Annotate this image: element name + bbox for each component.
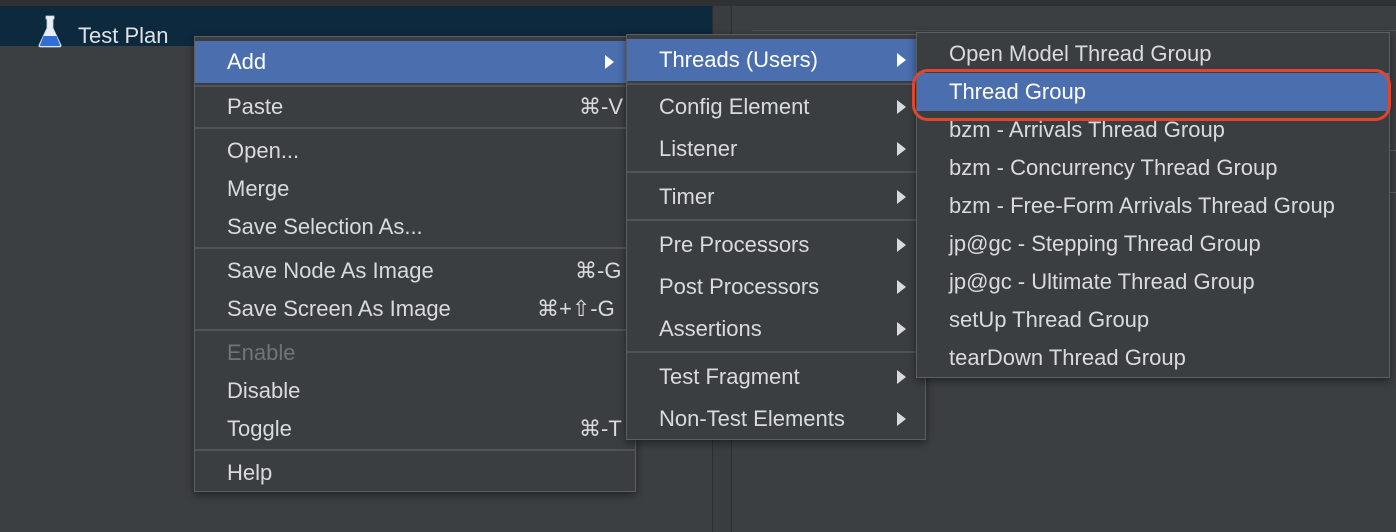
- menu-item-paste[interactable]: Paste ⌘-V: [195, 88, 635, 126]
- submenu-arrow-icon: [897, 100, 906, 114]
- menu-item-open-model-thread-group[interactable]: Open Model Thread Group: [917, 35, 1389, 73]
- menu-item-label: bzm - Arrivals Thread Group: [949, 117, 1225, 142]
- menu-item-label: Open Model Thread Group: [949, 41, 1212, 66]
- menu-item-save-node-as-image[interactable]: Save Node As Image ⌘-G: [195, 252, 635, 290]
- menu-item-shortcut: ⌘-G: [575, 258, 622, 283]
- menu-item-help[interactable]: Help: [195, 454, 635, 492]
- menu-item-label: Toggle: [227, 416, 292, 441]
- menu-separator: [195, 127, 635, 129]
- menu-item-shortcut: ⌘-T: [579, 416, 622, 441]
- menu-item-label: Test Fragment: [659, 364, 800, 389]
- menu-item-enable: Enable: [195, 334, 635, 372]
- menu-item-label: Add: [227, 49, 267, 74]
- menu-item-label: Disable: [227, 378, 301, 403]
- menu-item-merge[interactable]: Merge: [195, 170, 635, 208]
- menu-item-jpgc-stepping-thread-group[interactable]: jp@gc - Stepping Thread Group: [917, 225, 1389, 263]
- menu-item-config-element[interactable]: Config Element: [627, 88, 925, 126]
- menu-item-label: Config Element: [659, 94, 810, 119]
- threads-submenu: Open Model Thread Group Thread Group bzm…: [916, 32, 1390, 378]
- add-submenu: Threads (Users) Config Element Listener …: [626, 34, 926, 440]
- submenu-arrow-icon: [897, 53, 906, 67]
- menu-item-assertions[interactable]: Assertions: [627, 310, 925, 348]
- menu-item-label: Assertions: [659, 316, 762, 341]
- menu-item-add[interactable]: Add: [195, 41, 635, 83]
- menu-separator: [627, 219, 925, 221]
- menu-item-thread-group[interactable]: Thread Group: [917, 73, 1389, 111]
- menu-item-test-fragment[interactable]: Test Fragment: [627, 358, 925, 396]
- menu-item-shortcut: ⌘-V: [579, 94, 623, 119]
- context-menu: Add Paste ⌘-V Open... Merge Save Selecti…: [194, 36, 636, 492]
- menu-item-non-test-elements[interactable]: Non-Test Elements: [627, 400, 925, 438]
- menu-item-bzm-arrivals-thread-group[interactable]: bzm - Arrivals Thread Group: [917, 111, 1389, 149]
- menu-item-label: Merge: [227, 176, 290, 201]
- menu-separator: [627, 171, 925, 173]
- submenu-arrow-icon: [897, 142, 906, 156]
- submenu-arrow-icon: [605, 55, 614, 69]
- menu-item-label: setUp Thread Group: [949, 307, 1150, 332]
- menu-item-label: tearDown Thread Group: [949, 345, 1186, 370]
- menu-separator: [627, 83, 925, 85]
- menu-item-teardown-thread-group[interactable]: tearDown Thread Group: [917, 339, 1389, 377]
- menu-item-bzm-concurrency-thread-group[interactable]: bzm - Concurrency Thread Group: [917, 149, 1389, 187]
- menu-item-open[interactable]: Open...: [195, 132, 635, 170]
- menu-item-label: bzm - Concurrency Thread Group: [949, 155, 1278, 180]
- menu-item-threads-users[interactable]: Threads (Users): [627, 39, 925, 81]
- submenu-arrow-icon: [897, 322, 906, 336]
- menu-item-post-processors[interactable]: Post Processors: [627, 268, 925, 306]
- menu-item-label: bzm - Free-Form Arrivals Thread Group: [949, 193, 1335, 218]
- flask-icon: [38, 15, 62, 48]
- menu-item-label: jp@gc - Stepping Thread Group: [949, 231, 1261, 256]
- menu-item-setup-thread-group[interactable]: setUp Thread Group: [917, 301, 1389, 339]
- menu-item-pre-processors[interactable]: Pre Processors: [627, 226, 925, 264]
- menu-separator: [627, 351, 925, 353]
- menu-item-timer[interactable]: Timer: [627, 178, 925, 216]
- menu-item-label: Post Processors: [659, 274, 820, 299]
- menu-separator: [195, 247, 635, 249]
- menu-separator: [195, 329, 635, 331]
- menu-item-listener[interactable]: Listener: [627, 130, 925, 168]
- submenu-arrow-icon: [897, 280, 906, 294]
- submenu-arrow-icon: [897, 370, 906, 384]
- menu-item-label: Thread Group: [949, 79, 1086, 104]
- menu-item-label: Non-Test Elements: [659, 406, 845, 431]
- tree-item-label: Test Plan: [78, 23, 169, 48]
- menu-item-label: Threads (Users): [659, 47, 818, 72]
- editor-panel-divider: [752, 30, 1396, 31]
- menu-item-label: Open...: [227, 138, 300, 163]
- menu-item-label: Listener: [659, 136, 738, 161]
- menu-item-save-selection-as[interactable]: Save Selection As...: [195, 208, 635, 246]
- menu-item-label: Save Selection As...: [227, 214, 423, 239]
- menu-item-label: Timer: [659, 184, 715, 209]
- menu-item-jpgc-ultimate-thread-group[interactable]: jp@gc - Ultimate Thread Group: [917, 263, 1389, 301]
- menu-separator: [195, 85, 635, 87]
- menu-item-label: Paste: [227, 94, 284, 119]
- menu-item-label: Save Screen As Image: [227, 296, 451, 321]
- menu-separator: [195, 449, 635, 451]
- menu-item-label: Save Node As Image: [227, 258, 434, 283]
- menu-item-save-screen-as-image[interactable]: Save Screen As Image ⌘+⇧-G: [195, 290, 635, 328]
- menu-item-label: jp@gc - Ultimate Thread Group: [949, 269, 1255, 294]
- menu-item-label: Enable: [227, 340, 296, 365]
- submenu-arrow-icon: [897, 238, 906, 252]
- menu-item-shortcut: ⌘+⇧-G: [537, 296, 615, 321]
- menu-item-label: Help: [227, 460, 273, 485]
- submenu-arrow-icon: [897, 190, 906, 204]
- menu-item-disable[interactable]: Disable: [195, 372, 635, 410]
- jmeter-window: Test Plan Add Paste ⌘-V Open... Merge Sa…: [0, 0, 1396, 532]
- menu-item-toggle[interactable]: Toggle ⌘-T: [195, 410, 635, 448]
- menu-item-label: Pre Processors: [659, 232, 810, 257]
- menu-item-bzm-free-form-arrivals-thread-group[interactable]: bzm - Free-Form Arrivals Thread Group: [917, 187, 1389, 225]
- submenu-arrow-icon: [897, 412, 906, 426]
